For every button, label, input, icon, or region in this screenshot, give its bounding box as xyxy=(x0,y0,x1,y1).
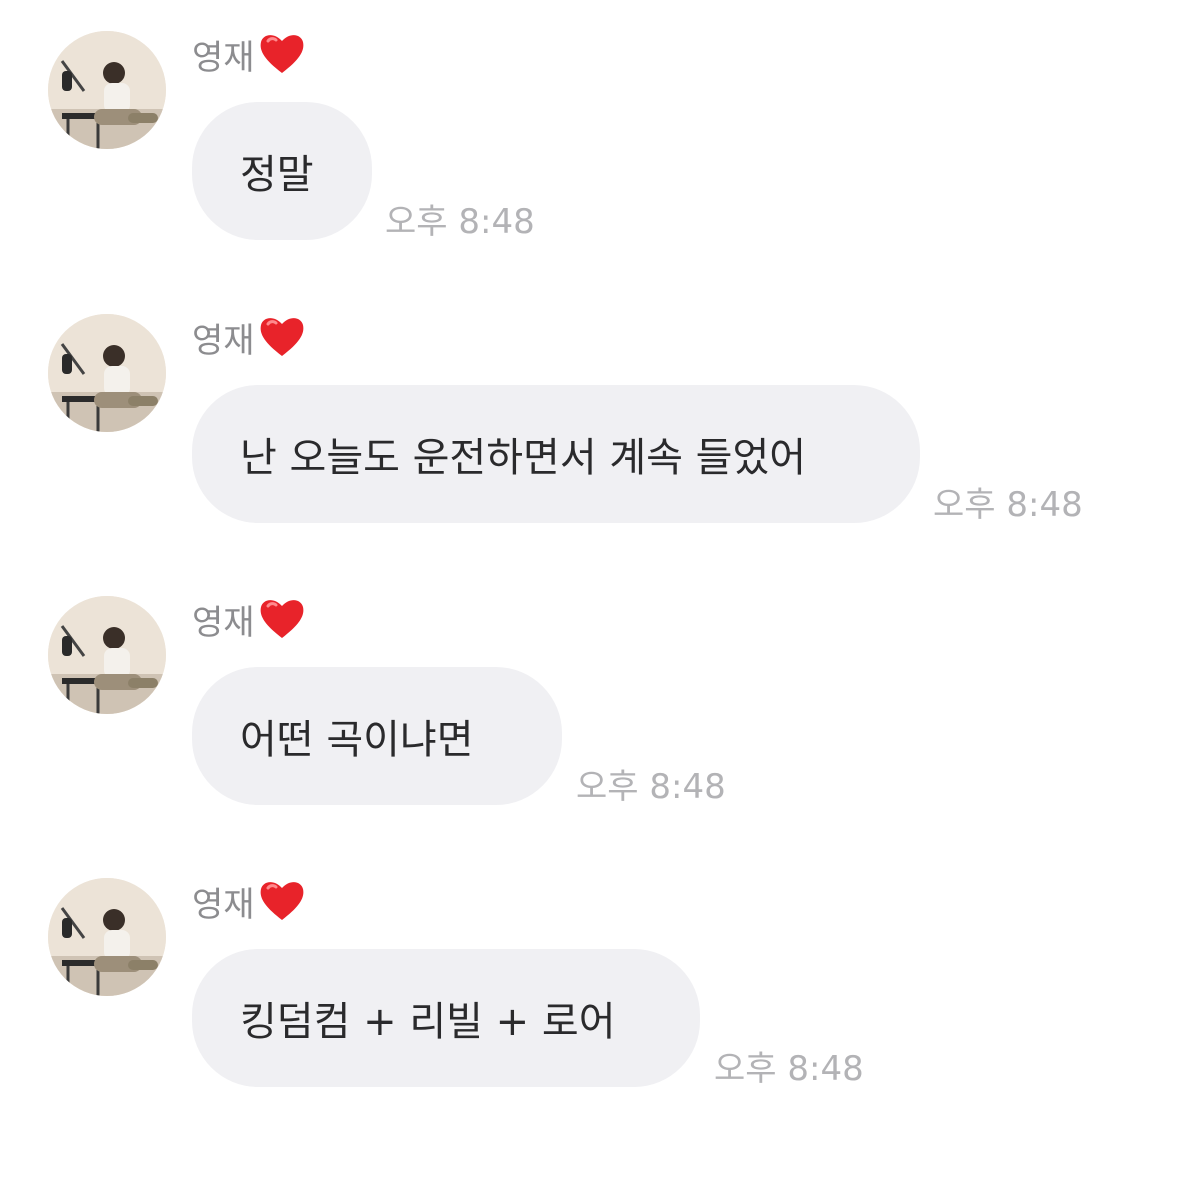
message-bubble[interactable]: 정말 xyxy=(192,102,372,240)
heart-icon xyxy=(260,600,303,638)
sender-label: 영재 xyxy=(192,591,307,647)
message-row: 영재 난 오늘도 운전하면서 계속 들었어 오후 8:48 xyxy=(0,283,1179,525)
message-bubble[interactable]: 난 오늘도 운전하면서 계속 들었어 xyxy=(192,385,920,523)
message-timestamp: 오후 8:48 xyxy=(385,202,535,242)
heart-icon xyxy=(260,882,303,920)
avatar[interactable] xyxy=(48,31,166,149)
heart-icon xyxy=(260,35,303,73)
sender-label: 영재 xyxy=(192,873,307,929)
message-timestamp: 오후 8:48 xyxy=(576,767,726,807)
avatar[interactable] xyxy=(48,878,166,996)
message-row: 영재 어떤 곡이냐면 오후 8:48 xyxy=(0,565,1179,807)
sender-label: 영재 xyxy=(192,309,307,365)
message-timestamp: 오후 8:48 xyxy=(933,485,1083,525)
message-text: 난 오늘도 운전하면서 계속 들었어 xyxy=(240,435,807,481)
message-row: 영재 정말 오후 8:48 xyxy=(0,0,1179,242)
avatar[interactable] xyxy=(48,314,166,432)
sender-name: 영재 xyxy=(192,320,255,361)
heart-icon xyxy=(260,318,303,356)
message-bubble[interactable]: 어떤 곡이냐면 xyxy=(192,667,562,805)
message-row: 영재 킹덤컴 + 리빌 + 로어 오후 8:48 xyxy=(0,847,1179,1089)
avatar[interactable] xyxy=(48,596,166,714)
sender-name: 영재 xyxy=(192,884,255,925)
sender-name: 영재 xyxy=(192,37,255,78)
sender-name: 영재 xyxy=(192,602,255,643)
message-bubble[interactable]: 킹덤컴 + 리빌 + 로어 xyxy=(192,949,700,1087)
message-text: 킹덤컴 + 리빌 + 로어 xyxy=(240,999,616,1045)
sender-label: 영재 xyxy=(192,26,307,82)
message-timestamp: 오후 8:48 xyxy=(714,1049,864,1089)
message-text: 정말 xyxy=(240,152,314,198)
message-text: 어떤 곡이냐면 xyxy=(240,717,474,763)
